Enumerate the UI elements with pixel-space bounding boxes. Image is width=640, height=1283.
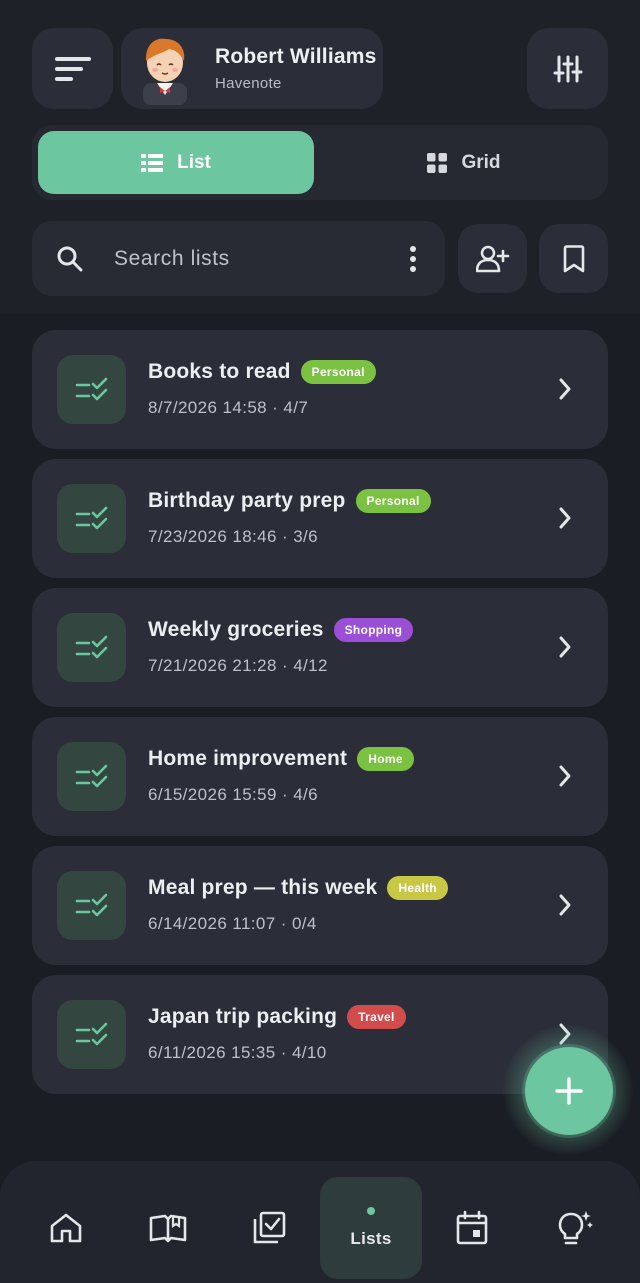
filter-settings-button[interactable] [527, 28, 608, 109]
bookmark-icon [563, 244, 584, 272]
bookmark-button[interactable] [539, 224, 608, 293]
nav-ideas[interactable] [523, 1177, 625, 1279]
app-name: Havenote [215, 75, 282, 92]
chevron-right-icon [559, 765, 571, 787]
list-title: Birthday party prep [148, 489, 346, 512]
list-item[interactable]: Birthday party prep Personal 7/23/2026 1… [32, 459, 608, 578]
grid-icon [427, 152, 448, 173]
lightbulb-icon [558, 1211, 593, 1245]
category-tag: Personal [355, 489, 431, 513]
checklist-icon [57, 613, 126, 682]
list-title: Japan trip packing [148, 1005, 338, 1028]
home-icon [50, 1213, 82, 1243]
category-tag: Home [357, 747, 414, 771]
calendar-icon [456, 1210, 488, 1245]
user-profile-card[interactable]: Robert Williams Havenote [121, 28, 383, 109]
nav-calendar[interactable] [421, 1177, 523, 1279]
add-list-button[interactable] [525, 1047, 613, 1135]
category-tag: Health [387, 876, 448, 900]
nav-home[interactable] [15, 1177, 117, 1279]
checklist-icon [253, 1211, 286, 1244]
list-icon [141, 153, 164, 172]
list-item[interactable]: Books to read Personal 8/7/2026 14:58 · … [32, 330, 608, 449]
nav-lists[interactable]: Lists [320, 1177, 422, 1279]
book-icon [149, 1214, 187, 1243]
list-meta: 7/21/2026 21:28 · 4/12 [148, 656, 328, 675]
list-meta: 6/14/2026 11:07 · 0/4 [148, 914, 317, 933]
list-title: Books to read [148, 360, 291, 383]
grid-view-label: Grid [461, 151, 501, 173]
chevron-right-icon [559, 894, 571, 916]
category-tag: Personal [300, 360, 376, 384]
add-person-icon [475, 245, 509, 272]
list-meta: 6/11/2026 15:35 · 4/10 [148, 1043, 327, 1062]
list-title: Meal prep — this week [148, 876, 378, 899]
category-tag: Shopping [333, 618, 414, 642]
chevron-right-icon [559, 636, 571, 658]
menu-button[interactable] [32, 28, 113, 109]
more-vertical-icon[interactable] [409, 245, 417, 273]
list-meta: 7/23/2026 18:46 · 3/6 [148, 527, 319, 546]
search-input[interactable]: Search lists [32, 221, 445, 296]
user-name: Robert Williams [215, 45, 377, 68]
list-meta: 6/15/2026 15:59 · 4/6 [148, 785, 319, 804]
view-toggle: List Grid [32, 125, 608, 200]
list-title: Weekly groceries [148, 618, 324, 641]
list-item[interactable]: Weekly groceries Shopping 7/21/2026 21:2… [32, 588, 608, 707]
nav-lists-label: Lists [350, 1229, 392, 1248]
checklist-icon [57, 1000, 126, 1069]
search-icon [57, 246, 83, 271]
checklist-icon [57, 484, 126, 553]
grid-view-tab[interactable]: Grid [326, 131, 602, 194]
list-item[interactable]: Home improvement Home 6/15/2026 15:59 · … [32, 717, 608, 836]
bottom-navigation: Lists [0, 1161, 640, 1283]
share-add-person-button[interactable] [458, 224, 527, 293]
list-meta: 8/7/2026 14:58 · 4/7 [148, 398, 309, 417]
list-view-label: List [177, 151, 211, 173]
category-tag: Travel [347, 1005, 406, 1029]
nav-tasks[interactable] [218, 1177, 320, 1279]
menu-icon [54, 56, 91, 81]
checklist-icon [57, 355, 126, 424]
list-view-tab[interactable]: List [38, 131, 314, 194]
sliders-icon [553, 55, 582, 82]
checklist-icon [57, 871, 126, 940]
chevron-right-icon [559, 378, 571, 400]
avatar [143, 38, 187, 105]
list-item[interactable]: Meal prep — this week Health 6/14/2026 1… [32, 846, 608, 965]
nav-notebooks[interactable] [117, 1177, 219, 1279]
plus-icon [555, 1077, 583, 1105]
chevron-right-icon [559, 507, 571, 529]
checklist-icon [57, 742, 126, 811]
search-placeholder: Search lists [114, 246, 230, 270]
active-indicator-dot [367, 1207, 375, 1215]
list-title: Home improvement [148, 747, 348, 770]
